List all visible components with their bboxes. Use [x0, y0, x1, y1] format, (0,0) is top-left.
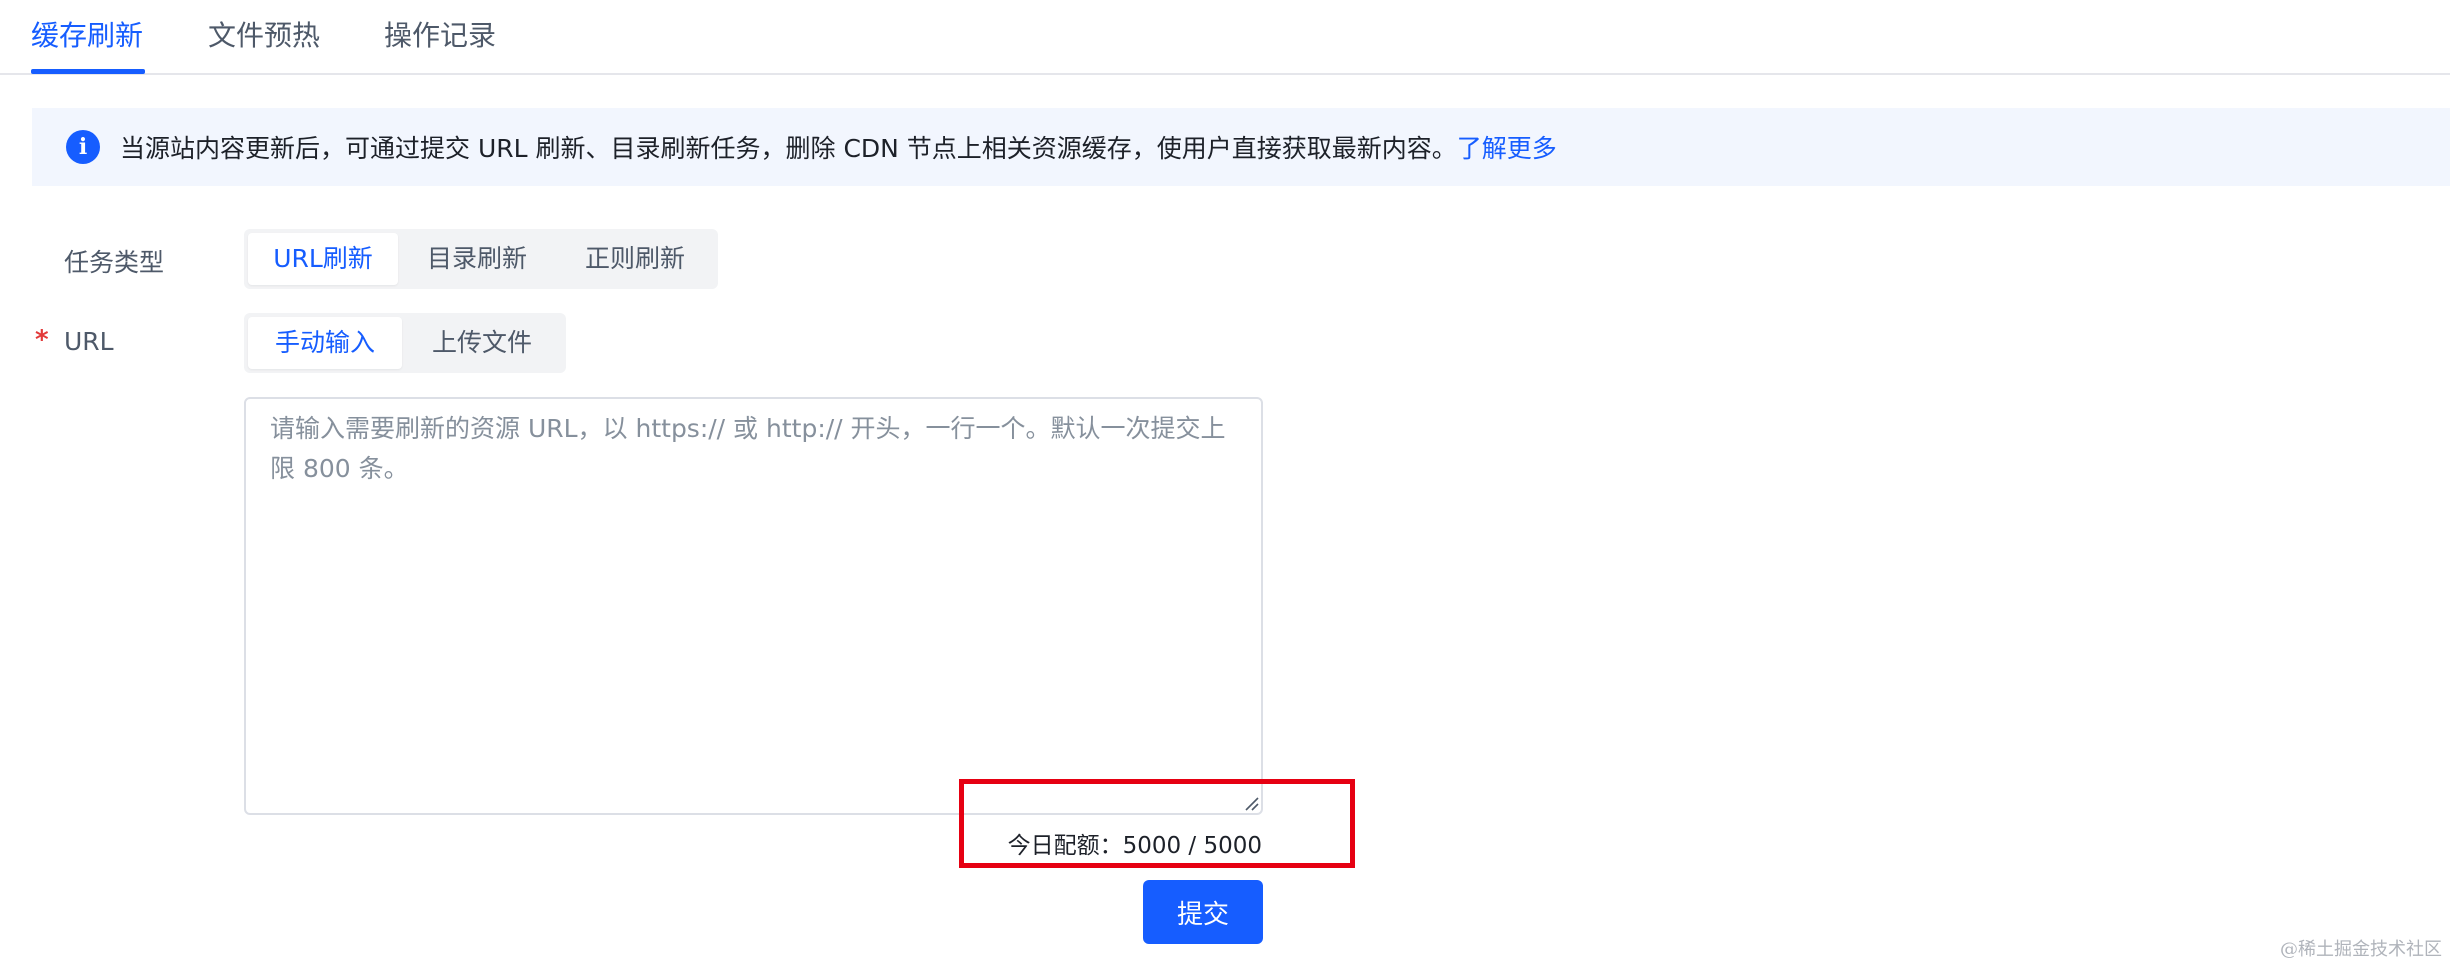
- input-mode-upload-file[interactable]: 上传文件: [402, 317, 562, 369]
- task-type-label: 任务类型: [64, 248, 165, 277]
- input-mode-manual[interactable]: 手动输入: [248, 317, 402, 369]
- input-mode-segmented: 手动输入 上传文件: [244, 313, 566, 373]
- info-icon: i: [66, 130, 100, 164]
- task-type-directory-refresh[interactable]: 目录刷新: [398, 233, 556, 285]
- learn-more-link[interactable]: 了解更多: [1457, 129, 1557, 165]
- notice-text: 当源站内容更新后，可通过提交 URL 刷新、目录刷新任务，删除 CDN 节点上相…: [120, 134, 1457, 163]
- url-textarea[interactable]: [244, 397, 1263, 815]
- url-label: URL: [64, 327, 114, 356]
- cache-refresh-page: 缓存刷新 文件预热 操作记录 i 当源站内容更新后，可通过提交 URL 刷新、目…: [0, 0, 2450, 966]
- task-type-segmented: URL刷新 目录刷新 正则刷新: [244, 229, 718, 289]
- daily-quota: 今日配额：5000 / 5000: [1007, 833, 1262, 859]
- tab-cache-refresh[interactable]: 缓存刷新: [31, 14, 143, 58]
- tab-bar: 缓存刷新 文件预热 操作记录: [0, 0, 2450, 75]
- task-type-regex-refresh[interactable]: 正则刷新: [556, 233, 714, 285]
- tab-operation-log[interactable]: 操作记录: [384, 14, 496, 58]
- active-tab-indicator: [31, 69, 145, 74]
- task-type-url-refresh[interactable]: URL刷新: [248, 233, 398, 285]
- info-notice: i 当源站内容更新后，可通过提交 URL 刷新、目录刷新任务，删除 CDN 节点…: [32, 108, 2450, 186]
- tab-file-preheat[interactable]: 文件预热: [208, 14, 320, 58]
- required-mark: *: [35, 325, 49, 355]
- watermark: @稀土掘金技术社区: [2280, 939, 2442, 960]
- submit-button[interactable]: 提交: [1143, 880, 1263, 944]
